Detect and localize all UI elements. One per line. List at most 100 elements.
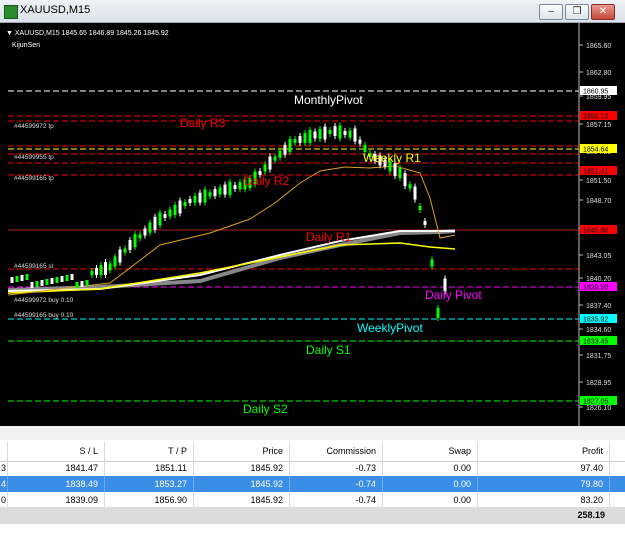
- candle-bull: [123, 248, 127, 253]
- candle: [30, 282, 34, 288]
- total-profit: 258.19: [577, 510, 605, 520]
- candle-bear: [333, 126, 337, 136]
- col-swap[interactable]: Swap: [383, 442, 478, 461]
- price-tag-label: 1854.64: [583, 147, 608, 154]
- candle-bull: [208, 192, 212, 197]
- candle-bull: [183, 202, 187, 206]
- candle-bull: [418, 206, 422, 210]
- minimize-button[interactable]: ‒: [539, 4, 563, 20]
- candle: [50, 278, 54, 284]
- total-profit-bar: 258.19: [0, 507, 625, 524]
- candle-bear: [213, 189, 217, 197]
- order-tp-label: #44599972 tp: [14, 123, 54, 130]
- price-tick-label: 1848.70: [586, 198, 611, 205]
- trade-table-header: S / L T / P Price Commission Swap Profit: [0, 442, 625, 462]
- candle-bear: [223, 184, 227, 195]
- candle-bear: [393, 163, 397, 177]
- daily-r1-label: Daily R1: [306, 230, 352, 244]
- candle-bear: [358, 139, 362, 144]
- order-tp-label: #44599165 tp: [14, 175, 54, 182]
- candle-bull: [338, 125, 342, 139]
- candle: [35, 281, 39, 287]
- candle: [25, 274, 29, 280]
- col-profit[interactable]: Profit: [478, 442, 610, 461]
- price-tag-label: 1827.05: [583, 399, 608, 406]
- window-titlebar[interactable]: XAUUSD,M15 ‒ ❐ ✕: [0, 0, 625, 23]
- price-tick-label: 1862.80: [586, 70, 611, 77]
- table-row[interactable]: 3 1841.47 1851.11 1845.92 -0.73 0.00 97.…: [0, 460, 625, 476]
- price-tag-label: 1833.45: [583, 339, 608, 346]
- chart-canvas[interactable]: ▼ XAUUSD,M15 1845.65 1846.89 1845.26 184…: [0, 23, 625, 426]
- candle-bear: [153, 216, 157, 230]
- candle: [65, 275, 69, 281]
- weekly-pivot-label: WeeklyPivot: [357, 321, 423, 335]
- price-tag-label: 1858.13: [583, 114, 608, 121]
- price-tick-label: 1826.10: [586, 405, 611, 412]
- chart-background: [0, 23, 625, 426]
- candle-bear: [143, 228, 147, 236]
- order-tp-label: #44599955 tp: [14, 154, 54, 161]
- candle-bull: [408, 184, 412, 189]
- table-row-selected[interactable]: 4 1838.49 1853.27 1845.92 -0.74 0.00 79.…: [0, 476, 625, 492]
- candle-bear: [313, 131, 317, 139]
- table-row[interactable]: 0 1839.09 1856.90 1845.92 -0.74 0.00 83.…: [0, 492, 625, 508]
- symbol-info: ▼ XAUUSD,M15 1845.65 1846.89 1845.26 184…: [6, 30, 169, 37]
- candle-bull: [138, 234, 142, 239]
- price-tick-label: 1828.95: [586, 380, 611, 387]
- candle-bear: [343, 131, 347, 135]
- candle: [15, 276, 19, 282]
- candle: [20, 275, 24, 281]
- price-tick-label: 1837.40: [586, 303, 611, 310]
- chart-window: XAUUSD,M15 ‒ ❐ ✕ ▼ XAUUSD,M15 1845.65 18…: [0, 0, 625, 426]
- col-commission[interactable]: Commission: [290, 442, 383, 461]
- candle-bull: [238, 182, 242, 190]
- col-price[interactable]: Price: [194, 442, 290, 461]
- candle-bull: [90, 271, 94, 275]
- candle-bull: [318, 129, 322, 139]
- order-sl-label: #44599165 sl: [14, 263, 54, 270]
- price-tag-label: 1860.95: [583, 89, 608, 96]
- candle-bull: [328, 130, 332, 134]
- daily-s2-label: Daily S2: [243, 402, 288, 416]
- candle-bull: [293, 139, 297, 143]
- candle-bull: [430, 259, 434, 267]
- candle-bear: [198, 192, 202, 203]
- price-tick-label: 1834.60: [586, 327, 611, 334]
- price-tag-label: 1839.50: [583, 285, 608, 292]
- order-buy-label: #44599165 buy 0.10: [14, 312, 74, 319]
- close-button[interactable]: ✕: [591, 4, 615, 20]
- restore-button[interactable]: ❐: [565, 4, 589, 20]
- candle-bull: [173, 205, 177, 215]
- candle-bull: [288, 138, 292, 152]
- price-tag-label: 1851.41: [583, 169, 608, 176]
- col-tp[interactable]: T / P: [105, 442, 194, 461]
- candle-bear: [128, 240, 132, 250]
- candle: [45, 279, 49, 285]
- candle: [10, 277, 14, 283]
- candle-bull: [436, 308, 440, 318]
- candle-bear: [118, 249, 122, 263]
- candle-bear: [95, 268, 98, 275]
- candle-bull: [203, 189, 207, 203]
- price-tag-label: 1845.88: [583, 228, 608, 235]
- candle: [80, 281, 84, 287]
- price-tick-label: 1843.05: [586, 253, 611, 260]
- candle-bear: [298, 136, 302, 143]
- order-buy-label: #44599972 buy 0.10: [14, 297, 74, 304]
- candle-bull: [168, 209, 172, 217]
- chart-window-icon: [4, 5, 18, 19]
- candle-bull: [308, 130, 312, 143]
- candle-bear: [188, 199, 192, 203]
- candle-bull: [303, 133, 307, 143]
- candle-bear: [233, 185, 237, 189]
- candle-bull: [218, 187, 222, 195]
- col-sl[interactable]: S / L: [8, 442, 105, 461]
- price-tick-label: 1857.15: [586, 122, 611, 129]
- candle: [60, 276, 64, 282]
- daily-r2-label: Daily R2: [244, 174, 290, 188]
- price-chart[interactable]: ▼ XAUUSD,M15 1845.65 1846.89 1845.26 184…: [0, 23, 625, 426]
- candle-bear: [268, 156, 272, 170]
- candle-bull: [193, 195, 197, 203]
- candle-bull: [148, 222, 152, 233]
- price-tick-label: 1865.60: [586, 43, 611, 50]
